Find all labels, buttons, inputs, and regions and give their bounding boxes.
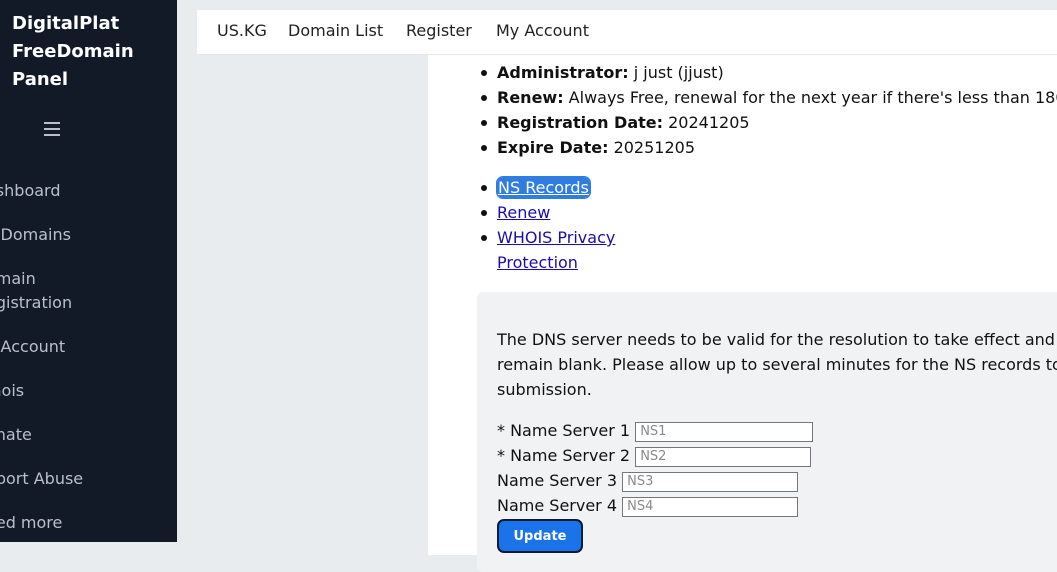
sidebar-item-need-more[interactable]: eed more [0,511,166,535]
info-administrator: Administrator: j just (jjust) [477,60,1057,85]
ns2-label: * Name Server 2 [497,446,631,465]
ns1-row: * Name Server 1 [497,420,814,442]
ns4-label: Name Server 4 [497,496,618,515]
hamburger-icon[interactable] [44,122,60,136]
nav-link-domain-list[interactable]: Domain List [288,21,383,40]
nav-link-my-account[interactable]: My Account [496,21,589,40]
ns-records-panel: The DNS server needs to be valid for the… [477,292,1057,572]
sidebar-item-report-abuse[interactable]: eport Abuse [0,467,166,491]
sidebar-item-my-domains[interactable]: y Domains [0,223,166,247]
nav-link-uskg[interactable]: US.KG [217,21,267,40]
info-registration-date: Registration Date: 20241205 [477,110,1057,135]
sidebar-item-domain-registration[interactable]: omain egistration [0,267,166,315]
domain-detail-card: Administrator: j just (jjust) Renew: Alw… [428,55,1057,572]
ns3-label: Name Server 3 [497,471,618,490]
sidebar-item-whois[interactable]: /hois [0,379,166,403]
sidebar: DigitalPlat FreeDomain Panel ashboard y … [0,0,177,542]
ns3-row: Name Server 3 [497,470,799,492]
ns3-input[interactable] [622,471,799,492]
whois-privacy-link[interactable]: WHOIS Privacy [497,228,615,247]
info-expire-date: Expire Date: 20251205 [477,135,1057,160]
ns1-input[interactable] [635,421,814,442]
ns-description: The DNS server needs to be valid for the… [497,330,1057,399]
sidebar-item-label: egistration [0,293,73,312]
nav-link-register[interactable]: Register [406,21,472,40]
sidebar-item-dashboard[interactable]: ashboard [0,179,166,203]
sidebar-item-my-account[interactable]: y Account [0,335,166,359]
ns1-label: * Name Server 1 [497,421,631,440]
brand-title: DigitalPlat FreeDomain Panel [12,13,134,90]
ns2-input[interactable] [635,446,812,467]
top-navbar: US.KG Domain List Register My Account [197,10,1057,55]
ns2-row: * Name Server 2 [497,445,812,467]
sidebar-item-label: omain [0,269,36,288]
sidebar-item-donate[interactable]: onate [0,423,166,447]
ns-records-link[interactable]: NS Records [496,176,591,199]
update-button[interactable]: Update [497,519,583,553]
whois-privacy-link-line2[interactable]: Protection [497,253,578,272]
ns4-input[interactable] [622,496,799,517]
ns4-row: Name Server 4 [497,495,799,517]
domain-action-links: NS Records Renew WHOIS Privacy Protectio… [477,175,615,275]
domain-info-list: Administrator: j just (jjust) Renew: Alw… [477,60,1057,160]
renew-link[interactable]: Renew [497,203,550,222]
info-renew: Renew: Always Free, renewal for the next… [477,85,1057,110]
whois-privacy-link-item: WHOIS Privacy Protection [477,225,615,275]
